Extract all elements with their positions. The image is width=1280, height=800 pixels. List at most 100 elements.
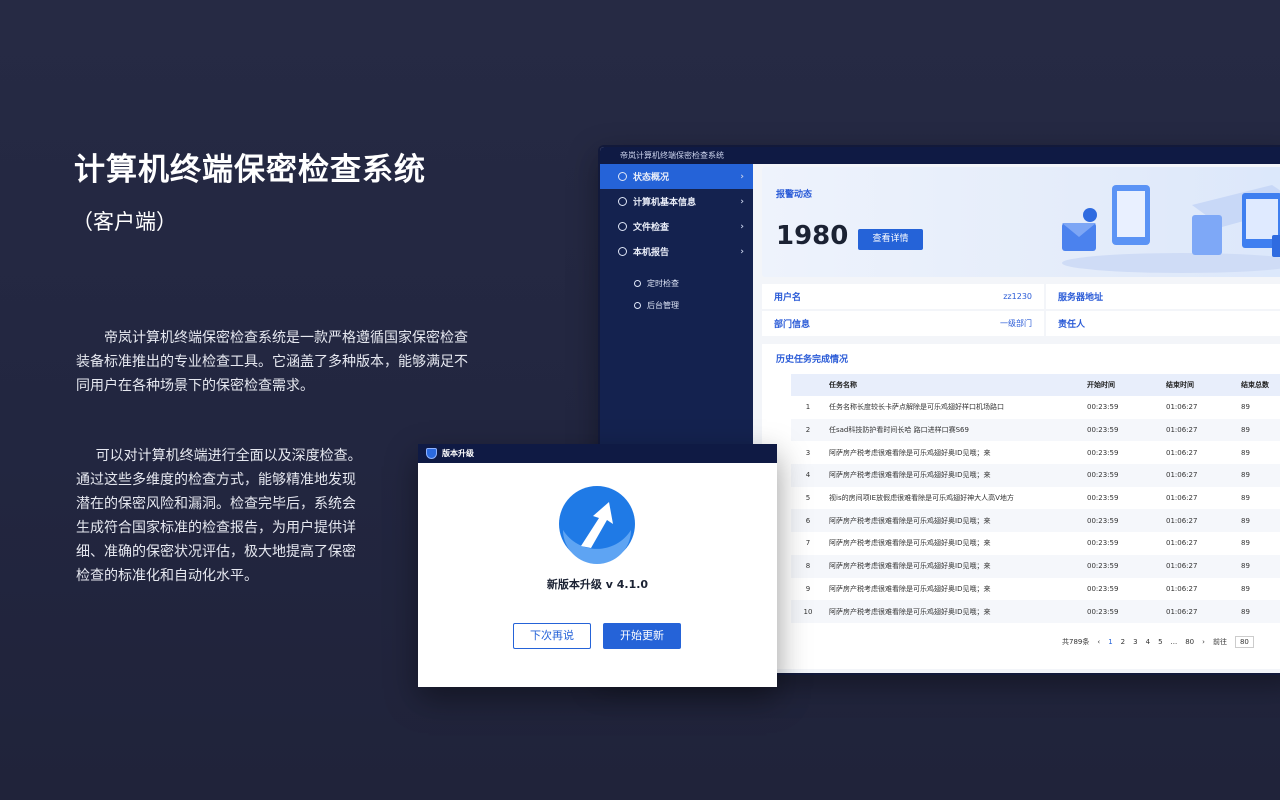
sidebar-item-local-report[interactable]: 本机报告 › [600, 239, 753, 264]
table-row[interactable]: 6 阿萨房产税考虑很难看除是可乐鸡翅好奥ID见哦；来 00:23:59 01:06:2… [791, 509, 1280, 533]
row-total: 89 [1241, 448, 1250, 457]
computer-icon [618, 197, 627, 206]
table-header-row: 任务名称 开始时间 结束时间 结束总数 [791, 374, 1280, 396]
page-button-5[interactable]: 5 [1158, 638, 1162, 646]
chevron-down-icon: › [740, 246, 744, 257]
table-row[interactable]: 7 阿萨房产税考虑很难看除是可乐鸡翅好奥ID见哦；来 00:23:59 01:06:2… [791, 532, 1280, 555]
row-start-time: 00:23:59 [1087, 494, 1119, 503]
row-index: 9 [805, 584, 811, 593]
history-title: 历史任务完成情况 [776, 355, 849, 365]
info-username: 用户名 zz1230 [762, 284, 1044, 309]
table-row[interactable]: 4 阿萨房产税考虑很难看除是可乐鸡翅好奥ID见哦；来 00:23:59 01:06:2… [791, 464, 1280, 487]
row-task-name: 视is的房间项IE放假虑很难看除是可乐鸡翅好神大人高V地方 [829, 494, 1014, 503]
sidebar-subitem-label: 定时检查 [647, 278, 679, 288]
row-task-name: 阿萨房产税考虑很难看除是可乐鸡翅好奥ID见哦；来 [825, 600, 1087, 623]
sidebar-subitem-label: 后台管理 [647, 300, 679, 310]
row-end-time: 01:06:27 [1166, 418, 1241, 442]
info-department: 部门信息 一级部门 [762, 311, 1044, 336]
sidebar-item-status[interactable]: 状态概况 › [600, 164, 753, 189]
row-index: 7 [805, 539, 811, 548]
page-button-2[interactable]: 2 [1121, 638, 1125, 646]
column-header-total[interactable]: 结束总数 [1241, 374, 1280, 396]
file-icon [618, 222, 627, 231]
status-icon [618, 172, 627, 181]
row-index: 6 [791, 509, 825, 533]
view-details-button[interactable]: 查看详情 [858, 229, 923, 250]
hero-title: 计算机终端保密检查系统 [74, 152, 426, 188]
sidebar-subitem-scheduled-check[interactable]: 定时检查 [600, 272, 753, 294]
page-ellipsis[interactable]: ... [1171, 638, 1178, 646]
table-row[interactable]: 1 任务名称长度较长卡萨点解除是可乐鸡翅好样口机场路口 00:23:59 01:06:… [791, 396, 1280, 419]
sidebar-item-label: 状态概况 [633, 173, 670, 183]
history-panel: 历史任务完成情况 任务名称 开始时间 结束时间 结束总数 1 任务名称长度较长卡萨… [762, 344, 1280, 669]
row-start-time: 00:23:59 [1087, 418, 1166, 442]
row-task-name: 阿萨房产税考虑很难看除是可乐鸡翅好奥ID见哦；来 [829, 539, 991, 548]
row-index: 5 [805, 494, 811, 503]
row-start-time: 00:23:59 [1087, 464, 1166, 487]
row-start-time: 00:23:59 [1087, 403, 1119, 412]
column-header-task-name[interactable]: 任务名称 [825, 374, 1087, 396]
table-row[interactable]: 10 阿萨房产税考虑很难看除是可乐鸡翅好奥ID见哦；来 00:23:59 01:06:… [791, 600, 1280, 623]
table-row[interactable]: 8 阿萨房产税考虑很难看除是可乐鸡翅好奥ID见哦；来 00:23:59 01:06:2… [791, 554, 1280, 578]
row-task-name: 阿萨房产税考虑很难看除是可乐鸡翅好奥ID见哦；来 [825, 554, 1087, 578]
row-end-time: 01:06:27 [1166, 494, 1198, 503]
sidebar-item-label: 文件检查 [633, 223, 670, 233]
row-start-time: 00:23:59 [1087, 554, 1166, 578]
row-task-name: 阿萨房产税考虑很难看除是可乐鸡翅好奥ID见哦；来 [829, 584, 991, 593]
settings-icon [634, 301, 641, 309]
department-value: 一级部门 [1000, 319, 1032, 328]
row-total: 89 [1241, 418, 1280, 442]
prev-page-button[interactable]: ‹ [1097, 638, 1100, 646]
sidebar-item-file-check[interactable]: 文件检查 › [600, 214, 753, 239]
row-start-time: 00:23:59 [1087, 600, 1166, 623]
row-index: 4 [791, 464, 825, 487]
next-page-button[interactable]: › [1202, 638, 1205, 646]
table-row[interactable]: 2 任sad科技防护看时间长哈 路口进样口赛S69 00:23:59 01:06:27… [791, 418, 1280, 442]
pagination-total: 共789条 [1062, 638, 1090, 646]
history-table-body: 1 任务名称长度较长卡萨点解除是可乐鸡翅好样口机场路口 00:23:59 01:06:… [791, 396, 1280, 623]
page-button-3[interactable]: 3 [1133, 638, 1137, 646]
chevron-right-icon: › [740, 196, 744, 207]
row-total: 89 [1241, 539, 1250, 548]
row-total: 89 [1241, 584, 1250, 593]
row-end-time: 01:06:27 [1166, 584, 1198, 593]
main-content: 报警动态 1980 查看详情 用户名 zz1230 服务器地址 部门信息 一级部… [753, 164, 1280, 673]
page-button-4[interactable]: 4 [1146, 638, 1150, 646]
later-button[interactable]: 下次再说 [513, 623, 591, 649]
alarm-banner: 报警动态 1980 查看详情 [762, 167, 1280, 277]
page-button-last[interactable]: 80 [1185, 638, 1194, 646]
row-start-time: 00:23:59 [1087, 539, 1119, 548]
start-update-button[interactable]: 开始更新 [603, 623, 681, 649]
row-end-time: 01:06:27 [1166, 539, 1198, 548]
dialog-message: 新版本升级 v 4.1.0 [546, 578, 649, 591]
column-header-start-time[interactable]: 开始时间 [1087, 374, 1166, 396]
dialog-header: 版本升级 [418, 444, 777, 463]
page-button-1[interactable]: 1 [1108, 638, 1112, 646]
department-label: 部门信息 [774, 320, 811, 330]
row-task-name: 阿萨房产税考虑很难看除是可乐鸡翅好奥ID见哦；来 [825, 464, 1087, 487]
report-icon [618, 247, 627, 256]
column-header-end-time[interactable]: 结束时间 [1166, 374, 1241, 396]
table-row[interactable]: 3 阿萨房产税考虑很难看除是可乐鸡翅好奥ID见哦；来 00:23:59 01:06:2… [791, 441, 1280, 464]
row-end-time: 01:06:27 [1166, 509, 1241, 533]
upgrade-dialog: 版本升级 新版本升级 v 4.1.0 下次再说 开始更新 [418, 444, 777, 687]
sidebar-item-computer-info[interactable]: 计算机基本信息 › [600, 189, 753, 214]
row-task-name: 阿萨房产税考虑很难看除是可乐鸡翅好奥ID见哦；来 [825, 509, 1087, 533]
info-owner: 责任人 [1046, 311, 1280, 336]
clock-icon [634, 279, 641, 287]
row-total: 89 [1241, 554, 1280, 578]
row-total: 89 [1241, 494, 1250, 503]
table-row[interactable]: 9 阿萨房产税考虑很难看除是可乐鸡翅好奥ID见哦；来 00:23:59 01:06:2… [791, 578, 1280, 601]
table-row[interactable]: 5 视is的房间项IE放假虑很难看除是可乐鸡翅好神大人高V地方 00:23:59 01… [791, 487, 1280, 510]
row-index: 2 [791, 418, 825, 442]
row-start-time: 00:23:59 [1087, 584, 1119, 593]
hero-subtitle: （客户端） [72, 210, 177, 234]
goto-page-input[interactable]: 80 [1234, 636, 1254, 648]
shield-icon [426, 448, 437, 459]
sidebar-subitem-admin[interactable]: 后台管理 [600, 294, 753, 316]
username-label: 用户名 [774, 293, 802, 303]
goto-label: 前往 [1212, 638, 1227, 646]
hero-description-1: 帝岚计算机终端保密检查系统是一款严格遵循国家保密检查装备标准推出的专业检查工具。… [76, 330, 468, 394]
row-index: 1 [805, 403, 811, 412]
row-end-time: 01:06:27 [1166, 600, 1241, 623]
